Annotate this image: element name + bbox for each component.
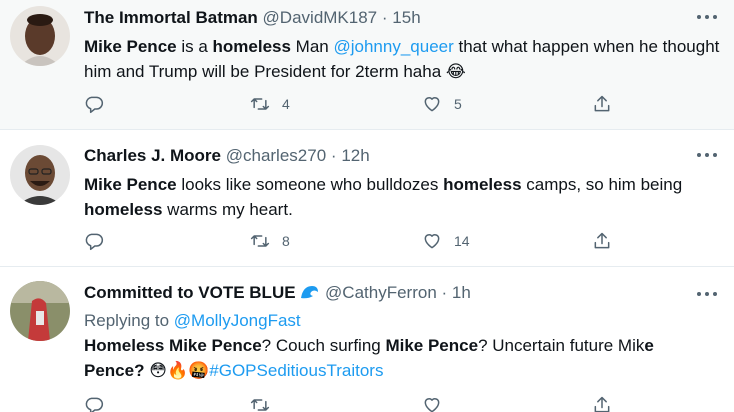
reply-icon [85, 96, 104, 114]
like-button[interactable]: 14 [422, 230, 470, 252]
tweet-header: Committed to VOTE BLUE @CathyFerron · 1h [84, 282, 694, 304]
display-name[interactable]: The Immortal Batman [84, 8, 258, 27]
share-button[interactable] [592, 93, 612, 115]
avatar[interactable] [10, 145, 70, 205]
mention-link[interactable]: @MollyJongFast [174, 311, 301, 330]
text-segment: ? Uncertain future Mik [478, 336, 645, 355]
emoji-group-icon: 😳🔥🤬 [149, 361, 210, 380]
share-icon [594, 95, 610, 112]
reply-icon [85, 397, 104, 412]
timestamp[interactable]: 1h [452, 283, 471, 302]
action-bar: 8 14 [84, 230, 624, 252]
text-segment: is a [176, 37, 213, 56]
mention-link[interactable]: @johnny_queer [333, 37, 453, 56]
tweet-text: Mike Pence looks like someone who bulldo… [84, 172, 724, 222]
hashtag-link[interactable]: #GOPSeditiousTraitors [209, 361, 383, 380]
avatar[interactable] [10, 281, 70, 341]
retweet-button[interactable]: 8 [250, 230, 290, 252]
more-icon[interactable] [696, 150, 718, 160]
more-icon[interactable] [696, 289, 718, 299]
separator: · [330, 146, 337, 165]
action-bar [84, 394, 624, 412]
retweet-button[interactable] [250, 394, 270, 412]
user-handle[interactable]: @charles270 [226, 146, 326, 165]
tweet-header: Charles J. Moore @charles270 · 12h [84, 145, 694, 167]
like-icon [424, 234, 440, 249]
bold-term: e [644, 336, 654, 355]
reply-button[interactable] [84, 93, 104, 115]
share-button[interactable] [592, 394, 612, 412]
like-button[interactable] [422, 394, 442, 412]
like-count: 5 [454, 96, 462, 112]
text-segment: camps, so him being [521, 175, 683, 194]
bold-term: homeless [443, 175, 522, 194]
replying-to: Replying to @MollyJongFast [84, 309, 301, 333]
user-handle[interactable]: @CathyFerron [325, 283, 437, 302]
separator: · [381, 8, 388, 27]
timestamp[interactable]: 12h [341, 146, 369, 165]
share-button[interactable] [592, 230, 612, 252]
retweet-icon [250, 399, 270, 411]
retweet-count: 8 [282, 233, 290, 249]
bold-term: homeless [84, 200, 163, 219]
retweet-count: 4 [282, 96, 290, 112]
retweet-icon [250, 98, 270, 110]
tweet-text: Mike Pence is a homeless Man @johnny_que… [84, 34, 724, 84]
share-icon [594, 232, 610, 249]
share-icon [594, 396, 610, 412]
bold-term: Homeless Mike Pence [84, 336, 262, 355]
timestamp[interactable]: 15h [392, 8, 420, 27]
more-icon[interactable] [696, 12, 718, 22]
tweet[interactable]: Charles J. Moore @charles270 · 12h Mike … [0, 130, 734, 267]
reply-button[interactable] [84, 394, 104, 412]
bold-term: Mike Pence [84, 175, 177, 194]
action-bar: 4 5 [84, 93, 624, 115]
bold-term: Mike Pence [84, 37, 177, 56]
tweet-text: Homeless Mike Pence? Couch surfing Mike … [84, 333, 724, 383]
separator: · [441, 283, 448, 302]
like-count: 14 [454, 233, 470, 249]
tweet[interactable]: Committed to VOTE BLUE @CathyFerron · 1h… [0, 267, 734, 412]
like-icon [424, 97, 440, 112]
tweet-header: The Immortal Batman @DavidMK187 · 15h [84, 7, 694, 29]
display-name[interactable]: Charles J. Moore [84, 146, 221, 165]
text-segment: warms my heart. [162, 200, 293, 219]
retweet-icon [250, 235, 270, 247]
reply-button[interactable] [84, 230, 104, 252]
like-button[interactable]: 5 [422, 93, 462, 115]
text-segment: Man [290, 37, 334, 56]
text-segment: ? Couch surfing [261, 336, 386, 355]
bold-term: homeless [212, 37, 291, 56]
bold-term: Mike Pence [385, 336, 479, 355]
text-segment: looks like someone who bulldozes [176, 175, 444, 194]
user-handle[interactable]: @DavidMK187 [263, 8, 378, 27]
avatar[interactable] [10, 6, 70, 66]
tweet[interactable]: The Immortal Batman @DavidMK187 · 15h Mi… [0, 0, 734, 130]
reply-icon [85, 233, 104, 251]
retweet-button[interactable]: 4 [250, 93, 290, 115]
wave-icon [301, 286, 319, 299]
laughing-emoji-icon: 😂 [445, 62, 466, 81]
like-icon [424, 398, 440, 412]
bold-term: Pence? [84, 361, 145, 380]
display-name[interactable]: Committed to VOTE BLUE [84, 283, 296, 302]
replying-prefix: Replying to [84, 311, 174, 330]
